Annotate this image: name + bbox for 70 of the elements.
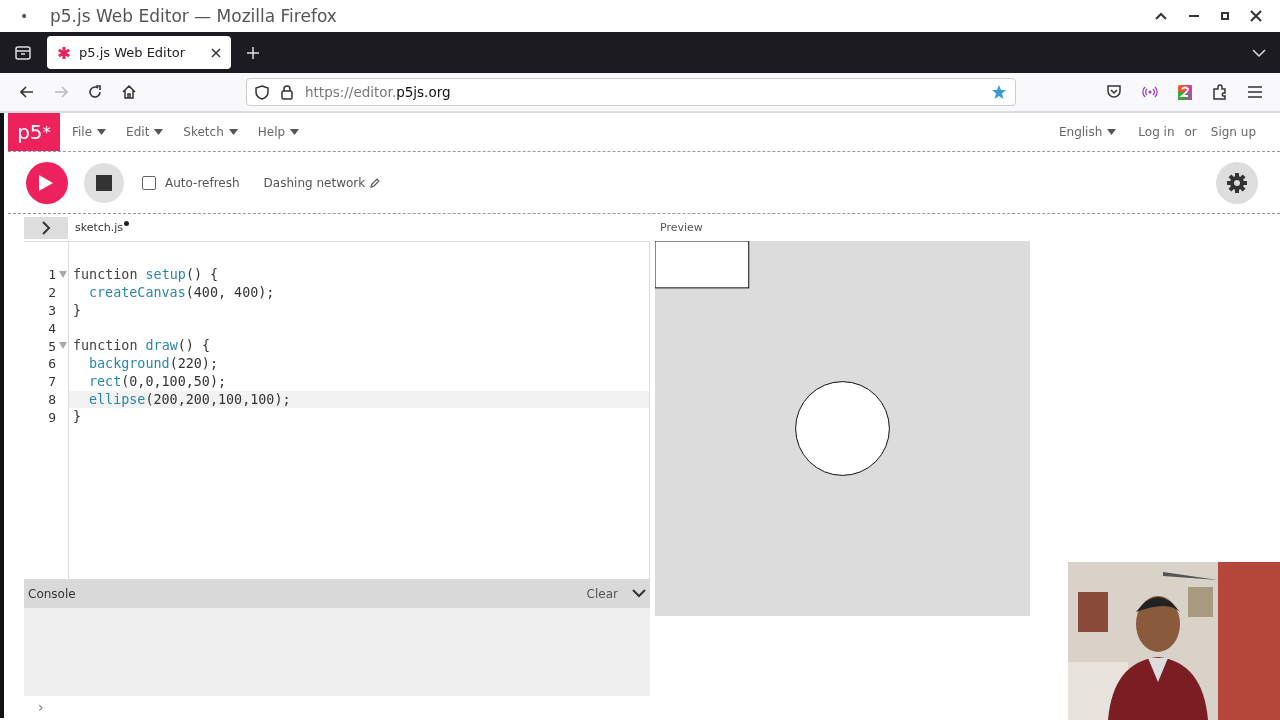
settings-button[interactable] [1216,161,1258,204]
sketch-name[interactable]: Dashing network [263,175,366,190]
pencil-icon[interactable] [370,177,381,188]
reload-icon[interactable] [88,85,102,99]
line-number: 4 [48,320,56,336]
broadcast-icon[interactable] [1142,86,1158,98]
address-bar[interactable]: https://editor.p5js.org [246,78,1016,106]
lock-icon [281,84,293,100]
clear-button[interactable]: Clear [580,585,624,602]
window-dot: • [20,8,30,24]
line-number: 6 [48,356,56,372]
caret-icon [1107,129,1117,135]
menu-item[interactable]: Sketch [171,125,246,139]
code-line: createCanvas(400, 400); [88,283,276,302]
new-tab-icon[interactable] [247,46,259,59]
caret-icon [228,129,238,135]
or-text: or [1184,125,1197,139]
menu-item[interactable]: Edit [114,125,172,139]
code-line: rect(0,0,100,50); [88,372,228,391]
chevron-up-icon[interactable] [1154,11,1168,21]
stop-icon [96,174,112,191]
code-line: background(220); [88,355,219,373]
extension-badge-icon[interactable] [1178,84,1192,100]
shield-icon [255,84,269,100]
maximize-icon[interactable] [1220,11,1230,21]
chevron-down-icon[interactable] [632,589,646,598]
back-icon[interactable] [20,86,34,98]
file-name[interactable]: sketch.js [75,221,124,234]
language-menu[interactable]: English [1046,125,1125,139]
line-number: 3 [48,303,56,318]
console-input[interactable]: › [24,696,650,718]
code-line: } [72,408,83,427]
line-number: 9 [48,409,56,425]
line-number: 2 [48,285,56,301]
code-line: function draw() { [72,337,212,355]
browser-tab[interactable]: p5.js Web Editor [47,36,231,69]
caret-icon [290,129,300,135]
signup-link[interactable]: Sign up [1210,125,1256,139]
play-icon [38,173,54,192]
home-icon[interactable] [122,85,136,99]
line-number: 8 [48,391,56,407]
console-title: Console [28,586,76,601]
window-title: p5.js Web Editor — Mozilla Firefox [50,6,337,26]
asterisk-icon [57,45,71,60]
pocket-icon[interactable] [1106,85,1122,99]
puzzle-icon[interactable] [1212,84,1228,100]
caret-icon [97,129,107,135]
tray-icon[interactable] [15,45,31,60]
minimize-icon[interactable] [1188,14,1200,18]
line-number: 1 [48,267,56,283]
code-line: function setup() { [72,266,220,284]
auto-refresh-checkbox[interactable] [142,175,156,190]
line-number: 7 [48,374,56,390]
close-tab-icon[interactable] [211,47,221,58]
chevron-right-icon [41,220,51,235]
menu-icon[interactable] [1248,86,1262,98]
menu-item[interactable]: File [60,125,115,139]
close-icon[interactable] [1250,10,1262,22]
settings-icon [1226,171,1248,194]
star-icon[interactable] [991,84,1007,100]
preview-label: Preview [659,220,704,236]
login-link[interactable]: Log in [1138,125,1175,139]
sidebar-toggle-button[interactable] [24,216,68,239]
menu-item[interactable]: Help [245,125,308,139]
code-line: } [72,301,83,320]
play-button[interactable] [26,161,68,204]
auto-refresh-label: Auto-refresh [165,175,240,190]
caret-icon [154,129,164,135]
stop-button[interactable] [84,162,124,203]
line-number: 5 [48,338,56,354]
